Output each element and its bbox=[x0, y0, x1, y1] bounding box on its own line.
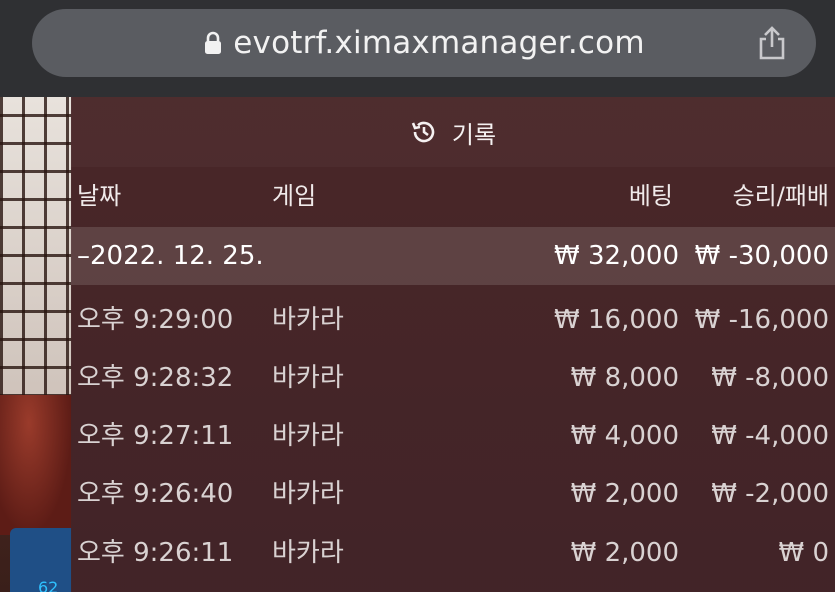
date-group-row[interactable]: –2022. 12. 25. ₩ 32,000 ₩ -30,000 bbox=[71, 227, 835, 285]
row-time: 오후 9:27:11 bbox=[77, 421, 234, 451]
table-row[interactable]: 오후 9:29:00 바카라 ₩ 16,000 ₩ -16,000 bbox=[71, 291, 835, 349]
row-bet: ₩ 2,000 bbox=[570, 538, 679, 568]
url-text: evotrf.ximaxmanager.com bbox=[233, 25, 645, 61]
date-group-label: –2022. 12. 25. bbox=[77, 241, 264, 271]
table-row[interactable]: 오후 9:26:11 바카라 ₩ 2,000 ₩ 0 bbox=[71, 524, 835, 582]
row-game: 바카라 bbox=[272, 305, 344, 335]
history-panel: 기록 날짜 게임 베팅 승리/패배 –2022. 12. 25. ₩ 32,00… bbox=[71, 97, 835, 592]
row-result: ₩ -4,000 bbox=[711, 421, 829, 451]
decorative-window-lattice bbox=[0, 97, 72, 397]
row-time: 오후 9:26:40 bbox=[77, 479, 234, 509]
row-game: 바카라 bbox=[272, 421, 344, 451]
row-result: ₩ -8,000 bbox=[711, 363, 829, 393]
date-group-result-total: ₩ -30,000 bbox=[694, 241, 829, 271]
row-game: 바카라 bbox=[272, 538, 344, 568]
row-game: 바카라 bbox=[272, 479, 344, 509]
row-time: 오후 9:29:00 bbox=[77, 305, 234, 335]
column-headers: 날짜 게임 베팅 승리/패배 bbox=[71, 167, 835, 225]
balance-gauge: 62 bbox=[10, 528, 72, 592]
row-result: ₩ -16,000 bbox=[694, 305, 829, 335]
browser-top-bar: evotrf.ximaxmanager.com bbox=[0, 0, 835, 97]
gauge-value: 62 bbox=[38, 578, 59, 592]
table-row[interactable]: 오후 9:26:40 바카라 ₩ 2,000 ₩ -2,000 bbox=[71, 465, 835, 523]
row-result: ₩ -2,000 bbox=[711, 479, 829, 509]
column-header-game: 게임 bbox=[272, 182, 317, 210]
history-header: 기록 bbox=[71, 97, 835, 167]
lock-icon bbox=[205, 31, 222, 54]
row-time: 오후 9:28:32 bbox=[77, 363, 234, 393]
column-header-result: 승리/패배 bbox=[732, 182, 829, 210]
share-icon[interactable] bbox=[756, 25, 788, 61]
history-icon bbox=[411, 121, 435, 143]
row-result: ₩ 0 bbox=[778, 538, 829, 568]
row-bet: ₩ 4,000 bbox=[570, 421, 679, 451]
date-group-bet-total: ₩ 32,000 bbox=[554, 241, 679, 271]
table-row[interactable]: 오후 9:28:32 바카라 ₩ 8,000 ₩ -8,000 bbox=[71, 349, 835, 407]
row-bet: ₩ 2,000 bbox=[570, 479, 679, 509]
row-game: 바카라 bbox=[272, 363, 344, 393]
row-bet: ₩ 8,000 bbox=[570, 363, 679, 393]
game-table-felt bbox=[0, 395, 72, 535]
column-header-date: 날짜 bbox=[77, 182, 122, 210]
address-bar[interactable]: evotrf.ximaxmanager.com bbox=[32, 9, 816, 77]
table-row[interactable]: 오후 9:27:11 바카라 ₩ 4,000 ₩ -4,000 bbox=[71, 407, 835, 465]
url-display[interactable]: evotrf.ximaxmanager.com bbox=[32, 9, 816, 77]
row-bet: ₩ 16,000 bbox=[554, 305, 679, 335]
column-header-bet: 베팅 bbox=[628, 182, 673, 210]
history-title: 기록 bbox=[451, 120, 497, 149]
row-time: 오후 9:26:11 bbox=[77, 538, 234, 568]
